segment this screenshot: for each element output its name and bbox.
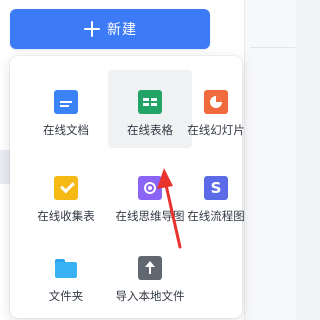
menu-item-online-slides[interactable]: 在线幻灯片 <box>187 70 245 148</box>
divider <box>250 47 295 48</box>
menu-item-folder[interactable]: 文件夹 <box>24 236 108 314</box>
menu-item-online-form[interactable]: 在线收集表 <box>24 156 108 234</box>
menu-item-online-flowchart[interactable]: S 在线流程图 <box>187 156 245 234</box>
doc-icon <box>54 90 78 114</box>
menu-item-online-mindmap[interactable]: 在线思维导图 <box>108 156 192 234</box>
app-page: 新建 在线文档 在线表格 在线幻灯片 在线收集表 在线思维导图 S 在线流程图 <box>0 0 296 320</box>
main-content-area <box>244 0 296 320</box>
menu-item-online-doc[interactable]: 在线文档 <box>24 70 108 148</box>
menu-item-import-local-file[interactable]: 导入本地文件 <box>108 236 192 314</box>
collect-icon <box>54 176 78 200</box>
sidebar-item-selected[interactable] <box>0 150 10 184</box>
menu-item-label: 文件夹 <box>48 289 84 303</box>
menu-item-label: 在线文档 <box>43 123 89 137</box>
menu-item-label: 导入本地文件 <box>115 289 185 303</box>
slide-icon <box>204 90 228 114</box>
upload-icon <box>138 256 162 280</box>
new-button-label: 新建 <box>107 22 137 38</box>
menu-item-online-sheet[interactable]: 在线表格 <box>108 70 192 148</box>
folder-icon <box>54 256 78 280</box>
new-button[interactable]: 新建 <box>10 9 210 49</box>
plus-icon <box>83 20 101 38</box>
flowchart-icon: S <box>204 176 228 200</box>
menu-item-label: 在线收集表 <box>37 209 95 223</box>
menu-item-label: 在线思维导图 <box>115 209 185 223</box>
sheet-icon <box>138 90 162 114</box>
menu-item-label: 在线幻灯片 <box>187 123 245 137</box>
menu-item-label: 在线表格 <box>127 123 173 137</box>
menu-item-label: 在线流程图 <box>187 209 245 223</box>
new-menu-dropdown: 在线文档 在线表格 在线幻灯片 在线收集表 在线思维导图 S 在线流程图 文件夹 <box>10 56 245 318</box>
mindmap-icon <box>138 176 162 200</box>
